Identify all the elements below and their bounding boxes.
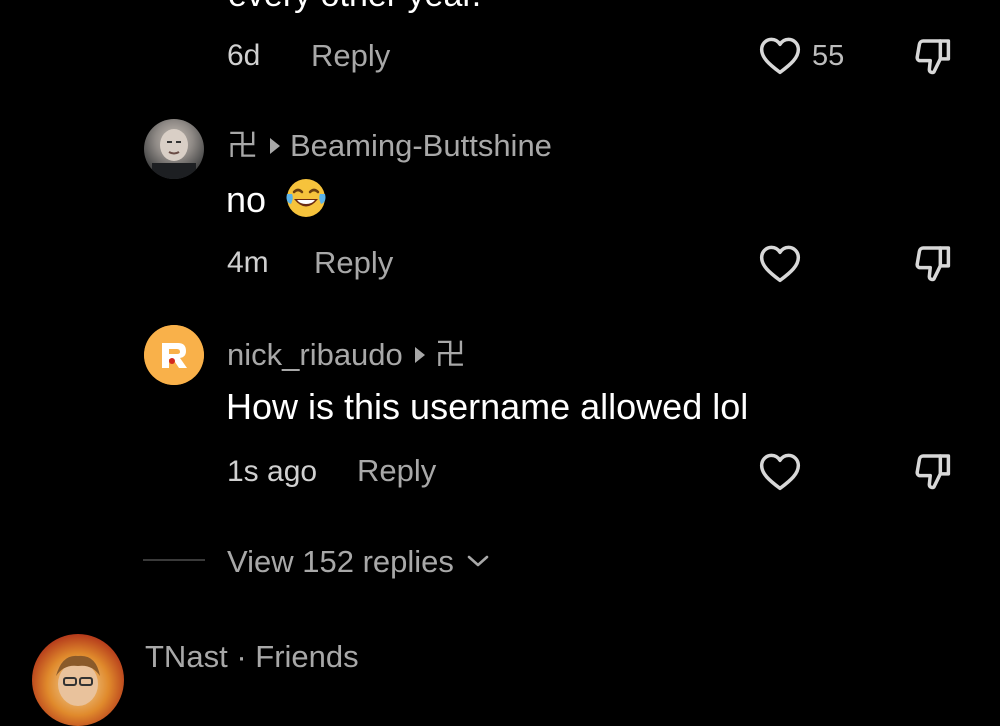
comment-header: nick_ribaudo 卍 xyxy=(227,329,466,374)
reply-to-username[interactable]: 卍 xyxy=(227,128,258,163)
like-count: 55 xyxy=(812,40,845,72)
comment-header: 卍 Beaming-Buttshine xyxy=(227,120,552,165)
heart-icon[interactable] xyxy=(758,34,802,76)
comment-body-text: no xyxy=(226,179,267,220)
avatar[interactable] xyxy=(144,325,204,385)
reply-button[interactable]: Reply xyxy=(314,245,393,281)
view-replies-label: View 152 replies xyxy=(227,544,454,579)
heart-icon[interactable] xyxy=(758,450,802,492)
comment-timestamp: 1s ago xyxy=(227,455,318,488)
heart-icon[interactable] xyxy=(758,242,802,284)
divider xyxy=(143,559,205,561)
thumbs-down-icon[interactable] xyxy=(910,242,956,286)
laughing-emoji-icon xyxy=(284,176,328,220)
comment-timestamp: 4m xyxy=(227,246,269,279)
comment-body: no xyxy=(226,176,328,221)
thumbs-down-icon[interactable] xyxy=(910,450,956,494)
caret-right-icon xyxy=(270,138,280,155)
separator: · xyxy=(236,639,247,674)
avatar[interactable] xyxy=(144,119,204,179)
friends-tag: Friends xyxy=(255,639,359,674)
avatar[interactable] xyxy=(32,634,124,726)
comment-author[interactable]: Beaming-Buttshine xyxy=(290,128,552,163)
caret-right-icon xyxy=(414,347,425,364)
comment-author[interactable]: TNast xyxy=(145,639,228,674)
comment-body-cropped: every other year. xyxy=(228,0,481,15)
comment-timestamp: 6d xyxy=(227,39,261,72)
view-replies-button[interactable]: View 152 replies xyxy=(227,541,491,580)
reply-button[interactable]: Reply xyxy=(311,38,390,74)
reply-to-username[interactable]: 卍 xyxy=(435,337,466,372)
reply-button[interactable]: Reply xyxy=(357,453,436,489)
chevron-down-icon xyxy=(465,541,491,577)
comment-header: TNast · Friends xyxy=(145,639,359,675)
comment-body: How is this username allowed lol xyxy=(226,386,749,427)
comment-author[interactable]: nick_ribaudo xyxy=(227,337,403,372)
thumbs-down-icon[interactable] xyxy=(910,35,956,79)
